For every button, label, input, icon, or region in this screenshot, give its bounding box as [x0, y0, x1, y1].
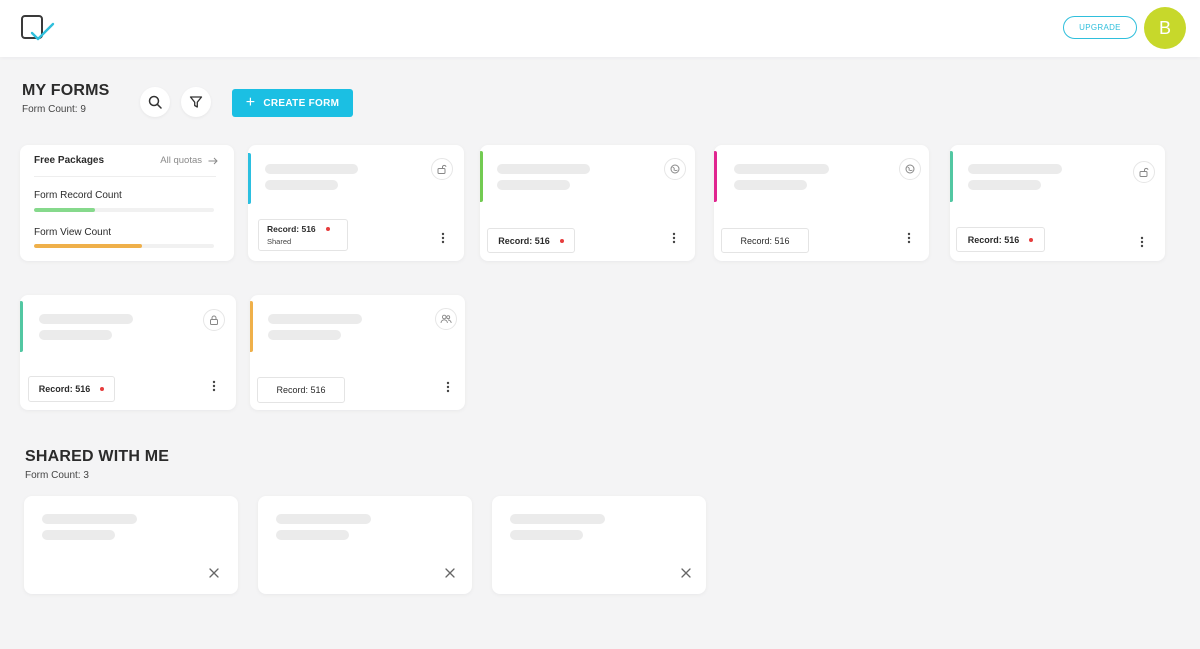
status-dot: [1029, 237, 1034, 242]
subtitle-placeholder: [39, 330, 112, 340]
create-form-button[interactable]: + CREATE FORM: [232, 89, 353, 117]
record-label: Record: 516: [498, 235, 550, 246]
record-label: Record: 516: [967, 234, 1020, 245]
app-logo-icon[interactable]: [20, 14, 56, 44]
unlock-icon[interactable]: [431, 158, 453, 180]
more-options-icon[interactable]: [904, 230, 914, 246]
subtitle-placeholder: [497, 180, 570, 190]
form-card[interactable]: Record: 516: [20, 295, 236, 410]
record-label: Record: 516: [267, 224, 316, 234]
subtitle-placeholder: [268, 330, 341, 340]
form-accent: [480, 151, 483, 202]
status-dot: [559, 238, 564, 243]
close-icon[interactable]: [679, 566, 693, 580]
my-forms-title: MY FORMS: [22, 82, 110, 99]
plus-icon: +: [245, 94, 256, 111]
record-label: Record: 516: [740, 235, 790, 246]
record-badge: Record: 516: [487, 228, 575, 253]
record-label: Record: 516: [276, 385, 326, 395]
shared-label: Shared: [267, 237, 292, 246]
shared-form-card[interactable]: [24, 496, 238, 594]
subtitle-placeholder: [42, 530, 115, 540]
title-placeholder: [268, 314, 362, 324]
status-dot: [325, 227, 330, 231]
record-count-label: Form Record Count: [34, 190, 122, 201]
form-accent: [20, 301, 23, 352]
form-card[interactable]: Record: 516: [714, 145, 929, 261]
title-placeholder: [734, 164, 829, 174]
subtitle-placeholder: [968, 180, 1041, 190]
view-count-bar: [34, 244, 214, 248]
more-options-icon[interactable]: [443, 379, 453, 395]
subtitle-placeholder: [734, 180, 807, 190]
all-quotas-label: All quotas: [160, 155, 202, 166]
form-accent: [714, 151, 717, 202]
unlock-icon[interactable]: [1133, 161, 1155, 183]
status-dot: [100, 387, 105, 391]
shared-title: SHARED WITH ME: [25, 448, 170, 465]
filter-icon: [189, 96, 203, 108]
shared-form-card[interactable]: [258, 496, 472, 594]
form-accent: [248, 153, 251, 204]
users-icon[interactable]: [435, 308, 457, 330]
more-options-icon[interactable]: [1137, 234, 1147, 250]
form-accent: [950, 151, 953, 202]
record-label: Record: 516: [38, 384, 91, 394]
shared-count: Form Count: 3: [25, 470, 89, 481]
shared-form-card[interactable]: [492, 496, 706, 594]
record-badge: Record: 516: [28, 376, 115, 402]
close-icon[interactable]: [443, 566, 457, 580]
form-card[interactable]: Record: 516: [480, 145, 695, 261]
package-title: Free Packages: [34, 155, 105, 166]
divider: [34, 176, 216, 177]
form-card[interactable]: Record: 516: [250, 295, 465, 410]
record-badge: Record: 516: [257, 377, 345, 403]
search-button[interactable]: [140, 87, 170, 117]
arrow-right-icon: [208, 157, 218, 164]
close-icon[interactable]: [207, 566, 221, 580]
filter-button[interactable]: [181, 87, 211, 117]
form-card[interactable]: Record: 516: [950, 145, 1165, 261]
view-count-label: Form View Count: [34, 227, 112, 238]
create-form-label: CREATE FORM: [263, 97, 340, 109]
record-badge: Record: 516: [956, 227, 1045, 252]
title-placeholder: [510, 514, 605, 524]
package-card: Free Packages All quotas Form Record Cou…: [20, 145, 234, 261]
globe-icon[interactable]: [899, 158, 921, 180]
record-badge: Record: 516: [721, 228, 809, 253]
record-count-bar: [34, 208, 214, 212]
more-options-icon[interactable]: [209, 378, 219, 394]
title-placeholder: [968, 164, 1062, 174]
search-icon: [148, 95, 162, 109]
title-placeholder: [42, 514, 137, 524]
form-accent: [250, 301, 253, 352]
subtitle-placeholder: [510, 530, 583, 540]
more-options-icon[interactable]: [669, 230, 679, 246]
title-placeholder: [497, 164, 590, 174]
form-card[interactable]: Record: 516 Shared: [248, 145, 464, 261]
avatar[interactable]: B: [1144, 7, 1186, 49]
globe-icon[interactable]: [664, 158, 686, 180]
title-placeholder: [39, 314, 133, 324]
my-forms-count: Form Count: 9: [22, 104, 86, 115]
title-placeholder: [265, 164, 358, 174]
record-badge: Record: 516 Shared: [258, 219, 348, 251]
top-bar: UPGRADE B: [0, 0, 1200, 57]
more-options-icon[interactable]: [438, 230, 448, 246]
upgrade-button[interactable]: UPGRADE: [1063, 16, 1137, 39]
all-quotas-link[interactable]: All quotas: [160, 155, 218, 166]
subtitle-placeholder: [276, 530, 349, 540]
lock-icon[interactable]: [203, 309, 225, 331]
subtitle-placeholder: [265, 180, 338, 190]
title-placeholder: [276, 514, 371, 524]
